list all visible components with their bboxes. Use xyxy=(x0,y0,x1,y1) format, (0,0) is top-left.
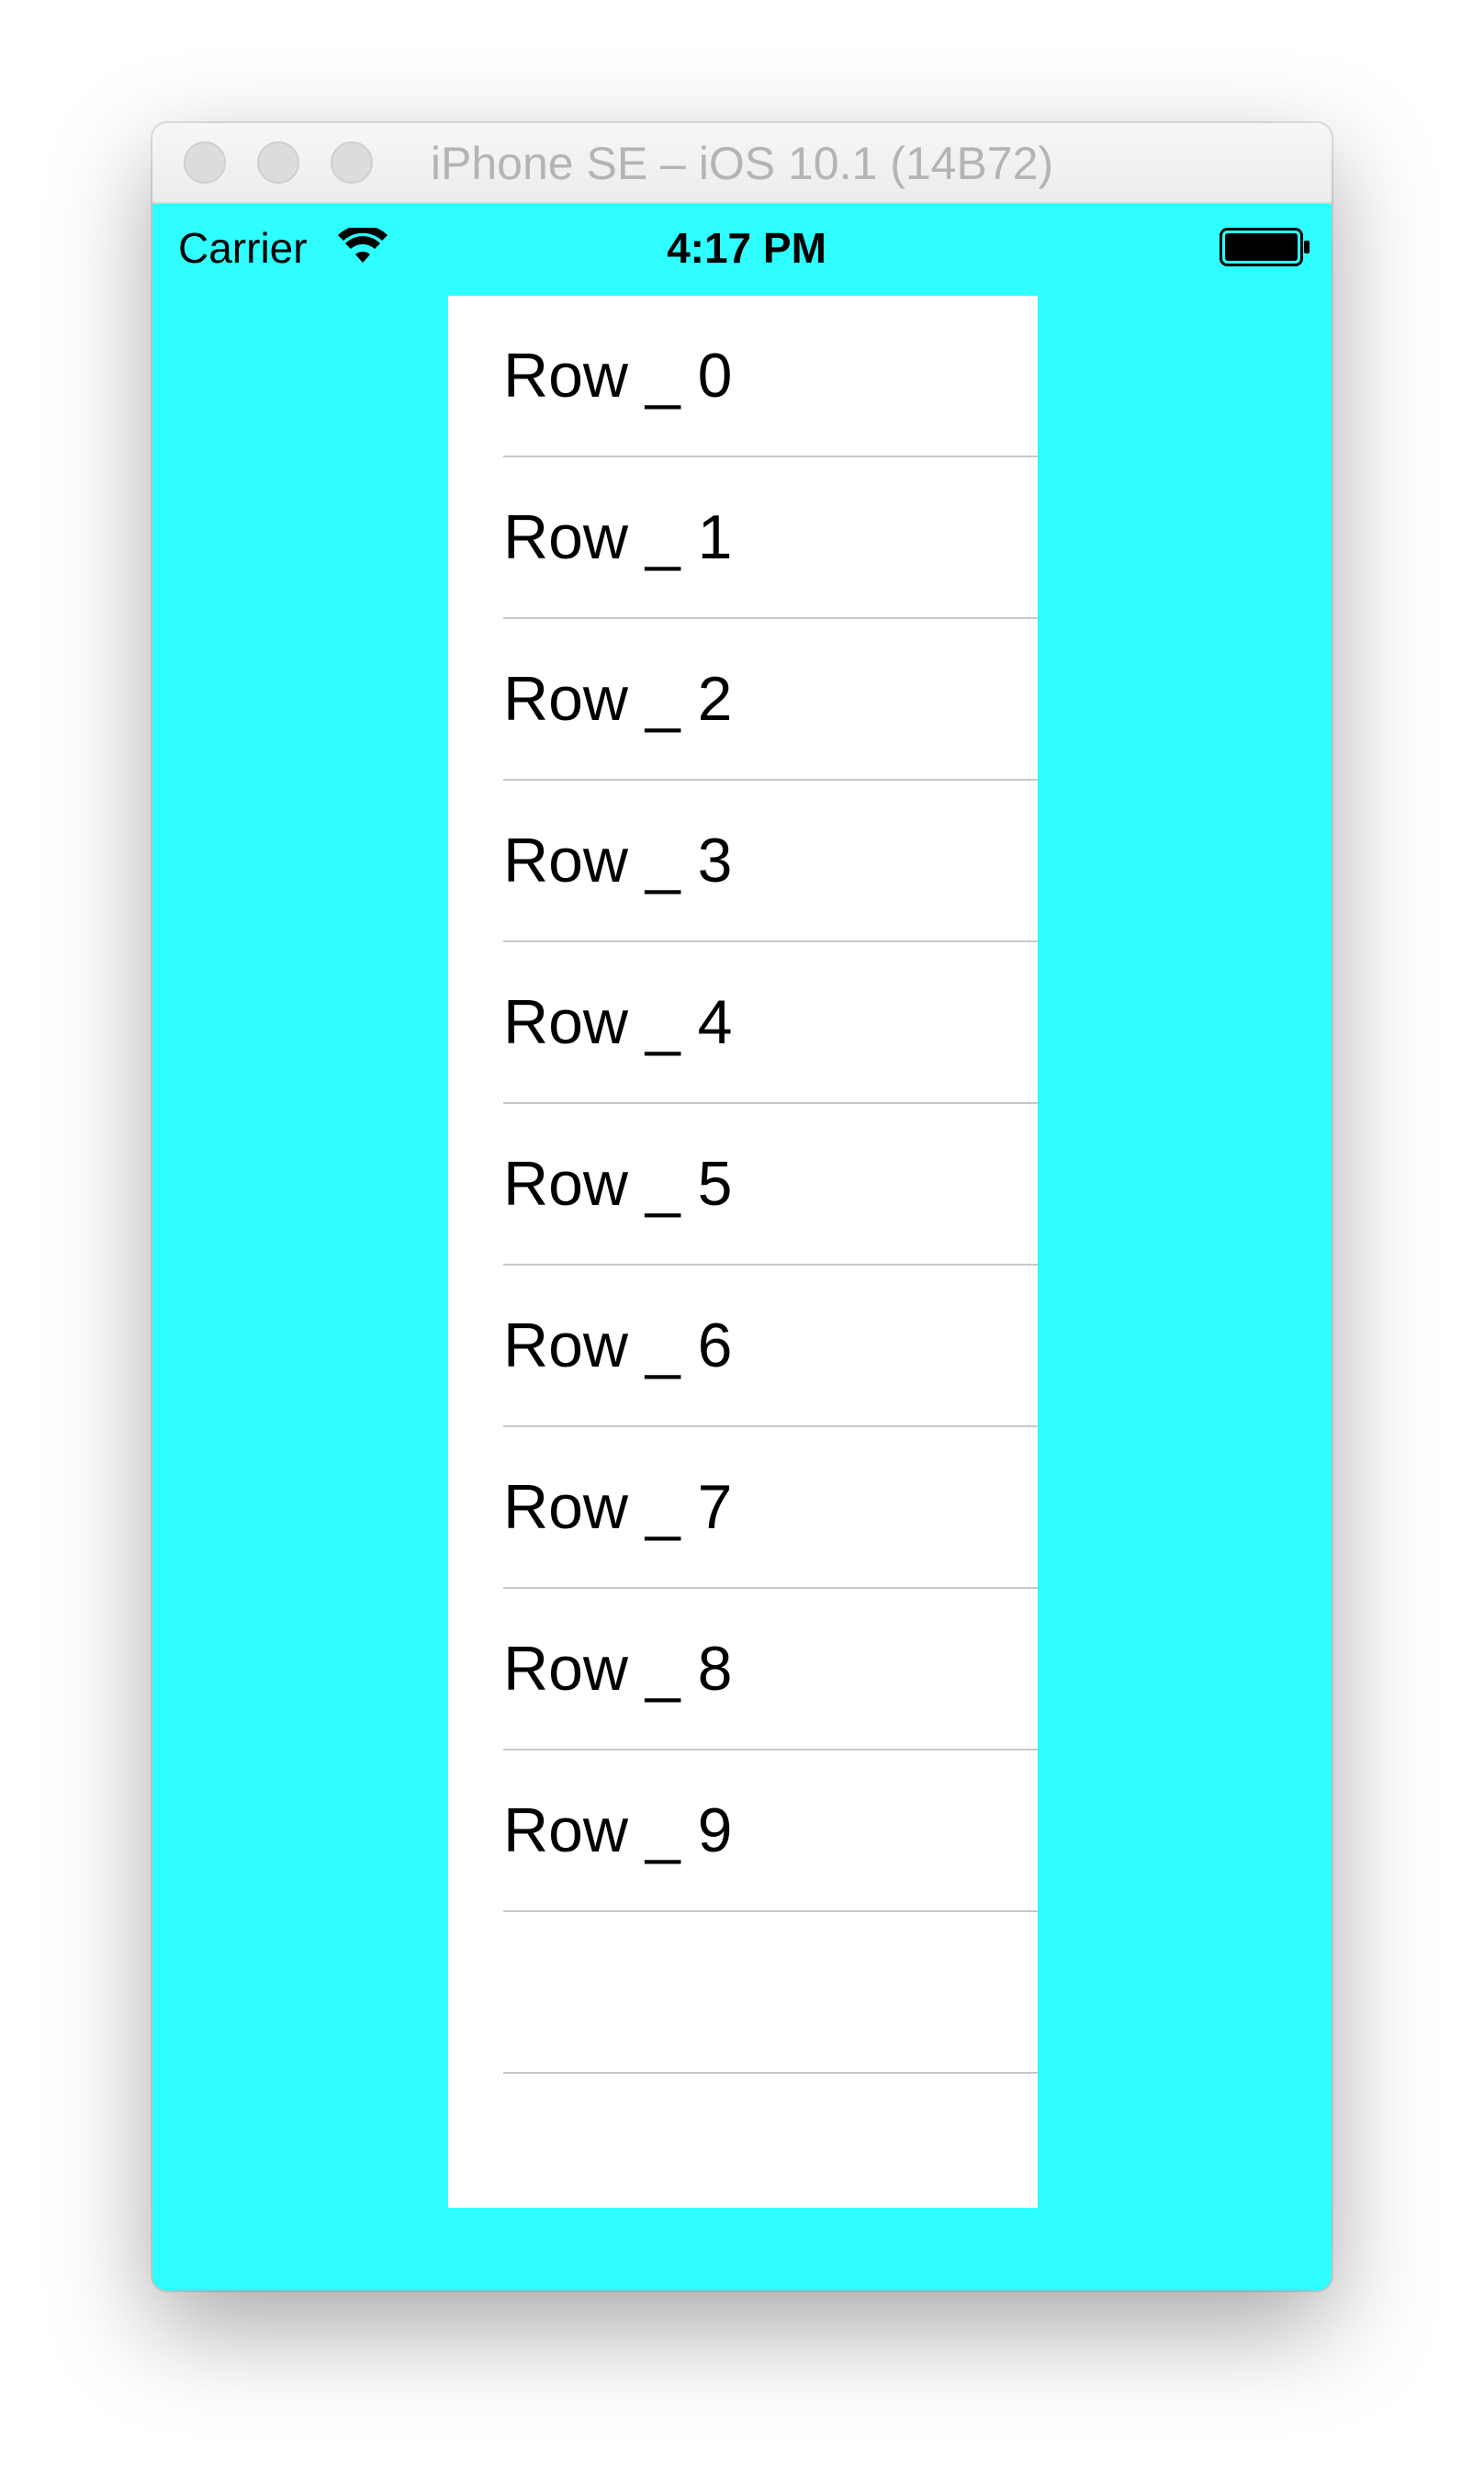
row-label: Row _ 3 xyxy=(503,826,733,895)
status-time: 4:17 PM xyxy=(667,224,826,272)
table-row-empty[interactable] xyxy=(448,1912,1038,2074)
table-row[interactable]: Row _ 3 xyxy=(448,781,1038,942)
table-row[interactable]: Row _ 1 xyxy=(448,457,1038,619)
simulator-window: iPhone SE – iOS 10.1 (14B72) Carrier 4:1… xyxy=(152,123,1332,2290)
row-label: Row _ 1 xyxy=(503,502,733,572)
table-view[interactable]: Row _ 0 Row _ 1 Row _ 2 Row _ 3 Row _ 4 … xyxy=(448,296,1038,2208)
table-row[interactable]: Row _ 8 xyxy=(448,1589,1038,1750)
row-label: Row _ 0 xyxy=(503,341,733,411)
table-row[interactable]: Row _ 5 xyxy=(448,1104,1038,1266)
table-row-empty[interactable] xyxy=(448,2074,1038,2208)
table-row[interactable]: Row _ 4 xyxy=(448,942,1038,1104)
table-row[interactable]: Row _ 9 xyxy=(448,1750,1038,1912)
window-titlebar[interactable]: iPhone SE – iOS 10.1 (14B72) xyxy=(152,123,1332,204)
status-bar: Carrier 4:17 PM xyxy=(152,204,1332,292)
row-label: Row _ 5 xyxy=(503,1149,733,1219)
table-row[interactable]: Row _ 6 xyxy=(448,1266,1038,1427)
device-screen: Carrier 4:17 PM Row _ 0 Row _ 1 Row _ 2 … xyxy=(152,204,1332,2290)
row-label: Row _ 6 xyxy=(503,1311,733,1380)
row-label: Row _ 4 xyxy=(503,987,733,1057)
row-label: Row _ 9 xyxy=(503,1795,733,1865)
table-row[interactable]: Row _ 7 xyxy=(448,1427,1038,1589)
table-row[interactable]: Row _ 2 xyxy=(448,619,1038,781)
row-label: Row _ 2 xyxy=(503,664,733,734)
row-label: Row _ 8 xyxy=(503,1634,733,1704)
battery-full-icon xyxy=(1220,228,1310,266)
window-title: iPhone SE – iOS 10.1 (14B72) xyxy=(430,138,1054,189)
table-row[interactable]: Row _ 0 xyxy=(448,296,1038,457)
row-label: Row _ 7 xyxy=(503,1472,733,1542)
